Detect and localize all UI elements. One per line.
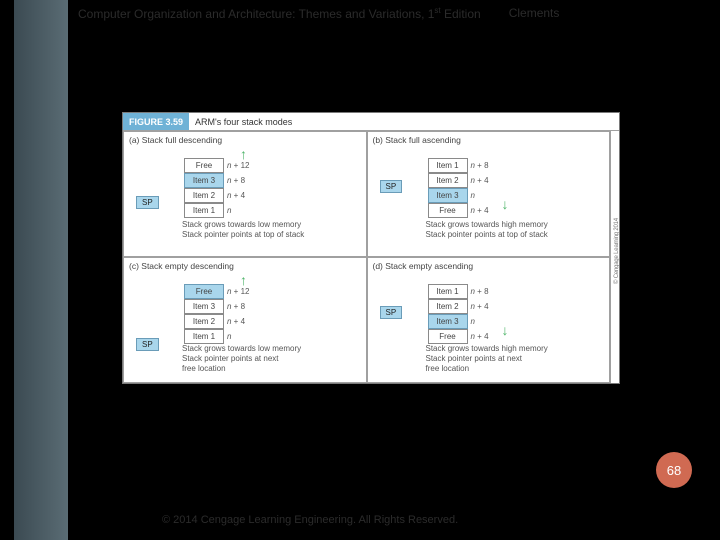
memory-address: n + 8 <box>227 176 245 185</box>
memory-cell: Item 2 <box>184 188 224 203</box>
memory-address: n <box>227 206 231 215</box>
growth-arrow-icon: ↓ <box>502 196 509 212</box>
cell-caption: Stack grows towards low memory Stack poi… <box>182 344 301 374</box>
memory-row: Item 3n <box>428 188 604 203</box>
memory-address: n + 4 <box>471 332 489 341</box>
memory-address: n <box>471 317 475 326</box>
memory-row: Item 3n + 8 <box>184 299 360 314</box>
memory-row: Item 2n + 4 <box>428 299 604 314</box>
memory-cell: Item 2 <box>184 314 224 329</box>
memory-row: Item 2n + 4 <box>184 314 360 329</box>
cell-label: (c) Stack empty descending <box>129 261 234 271</box>
memory-block: Freen + 12Item 3n + 8Item 2n + 4Item 1n <box>184 284 360 344</box>
memory-address: n + 4 <box>227 191 245 200</box>
memory-row: Item 3n <box>428 314 604 329</box>
figure-grid: (a) Stack full descendingFreen + 12Item … <box>123 131 611 383</box>
memory-address: n + 4 <box>471 302 489 311</box>
memory-cell: Item 1 <box>428 284 468 299</box>
figure-title-row: FIGURE 3.59 ARM's four stack modes <box>123 113 619 131</box>
cell-c: (c) Stack empty descendingFreen + 12Item… <box>123 257 367 383</box>
stack-pointer-label: SP <box>136 196 159 209</box>
stack-pointer-label: SP <box>136 338 159 351</box>
memory-row: Freen + 12 <box>184 284 360 299</box>
book-title-prefix: Computer Organization and Architecture: … <box>78 7 434 21</box>
memory-row: Item 2n + 4 <box>184 188 360 203</box>
memory-block: Item 1n + 8Item 2n + 4Item 3nFreen + 4 <box>428 284 604 344</box>
cell-caption: Stack grows towards high memory Stack po… <box>426 344 548 374</box>
memory-cell: Item 1 <box>428 158 468 173</box>
memory-cell: Item 3 <box>184 173 224 188</box>
growth-arrow-icon: ↑ <box>240 272 247 288</box>
memory-cell: Item 2 <box>428 173 468 188</box>
book-title: Computer Organization and Architecture: … <box>78 6 481 21</box>
memory-address: n + 12 <box>227 161 249 170</box>
memory-address: n <box>227 332 231 341</box>
stack-pointer-label: SP <box>380 306 403 319</box>
memory-row: Freen + 4 <box>428 329 604 344</box>
memory-cell: Free <box>428 203 468 218</box>
memory-address: n <box>471 191 475 200</box>
book-title-suffix: Edition <box>441 7 481 21</box>
memory-address: n + 4 <box>471 206 489 215</box>
cell-caption: Stack grows towards low memory Stack poi… <box>182 220 304 240</box>
growth-arrow-icon: ↓ <box>502 322 509 338</box>
memory-cell: Item 1 <box>184 203 224 218</box>
slide-header: Computer Organization and Architecture: … <box>78 6 559 21</box>
side-accent-bar <box>14 0 68 540</box>
memory-row: Freen + 12 <box>184 158 360 173</box>
figure-number: FIGURE 3.59 <box>123 113 189 130</box>
memory-address: n + 4 <box>227 317 245 326</box>
cell-label: (a) Stack full descending <box>129 135 222 145</box>
page-number-badge: 68 <box>656 452 692 488</box>
cell-d: (d) Stack empty ascendingItem 1n + 8Item… <box>367 257 611 383</box>
memory-row: Item 1n + 8 <box>428 158 604 173</box>
memory-address: n + 8 <box>471 161 489 170</box>
memory-row: Item 1n <box>184 329 360 344</box>
stack-pointer-label: SP <box>380 180 403 193</box>
figure-copyright: © Cengage Learning 2014 <box>614 218 620 284</box>
growth-arrow-icon: ↑ <box>240 146 247 162</box>
memory-cell: Item 2 <box>428 299 468 314</box>
memory-address: n + 8 <box>227 302 245 311</box>
memory-row: Item 1n + 8 <box>428 284 604 299</box>
cell-a: (a) Stack full descendingFreen + 12Item … <box>123 131 367 257</box>
memory-row: Item 2n + 4 <box>428 173 604 188</box>
memory-row: Item 1n <box>184 203 360 218</box>
memory-block: Item 1n + 8Item 2n + 4Item 3nFreen + 4 <box>428 158 604 218</box>
cell-b: (b) Stack full ascendingItem 1n + 8Item … <box>367 131 611 257</box>
memory-cell: Item 3 <box>428 188 468 203</box>
memory-cell: Free <box>184 284 224 299</box>
memory-cell: Item 1 <box>184 329 224 344</box>
memory-cell: Item 3 <box>428 314 468 329</box>
author-name: Clements <box>509 6 560 21</box>
memory-cell: Item 3 <box>184 299 224 314</box>
slide-footer: © 2014 Cengage Learning Engineering. All… <box>162 514 458 526</box>
memory-cell: Free <box>184 158 224 173</box>
memory-row: Item 3n + 8 <box>184 173 360 188</box>
memory-cell: Free <box>428 329 468 344</box>
cell-caption: Stack grows towards high memory Stack po… <box>426 220 548 240</box>
memory-address: n + 4 <box>471 176 489 185</box>
figure-title: ARM's four stack modes <box>189 117 292 127</box>
cell-label: (d) Stack empty ascending <box>373 261 474 271</box>
memory-address: n + 8 <box>471 287 489 296</box>
memory-row: Freen + 4 <box>428 203 604 218</box>
memory-address: n + 12 <box>227 287 249 296</box>
figure-3-59: FIGURE 3.59 ARM's four stack modes (a) S… <box>122 112 620 384</box>
memory-block: Freen + 12Item 3n + 8Item 2n + 4Item 1n <box>184 158 360 218</box>
cell-label: (b) Stack full ascending <box>373 135 461 145</box>
